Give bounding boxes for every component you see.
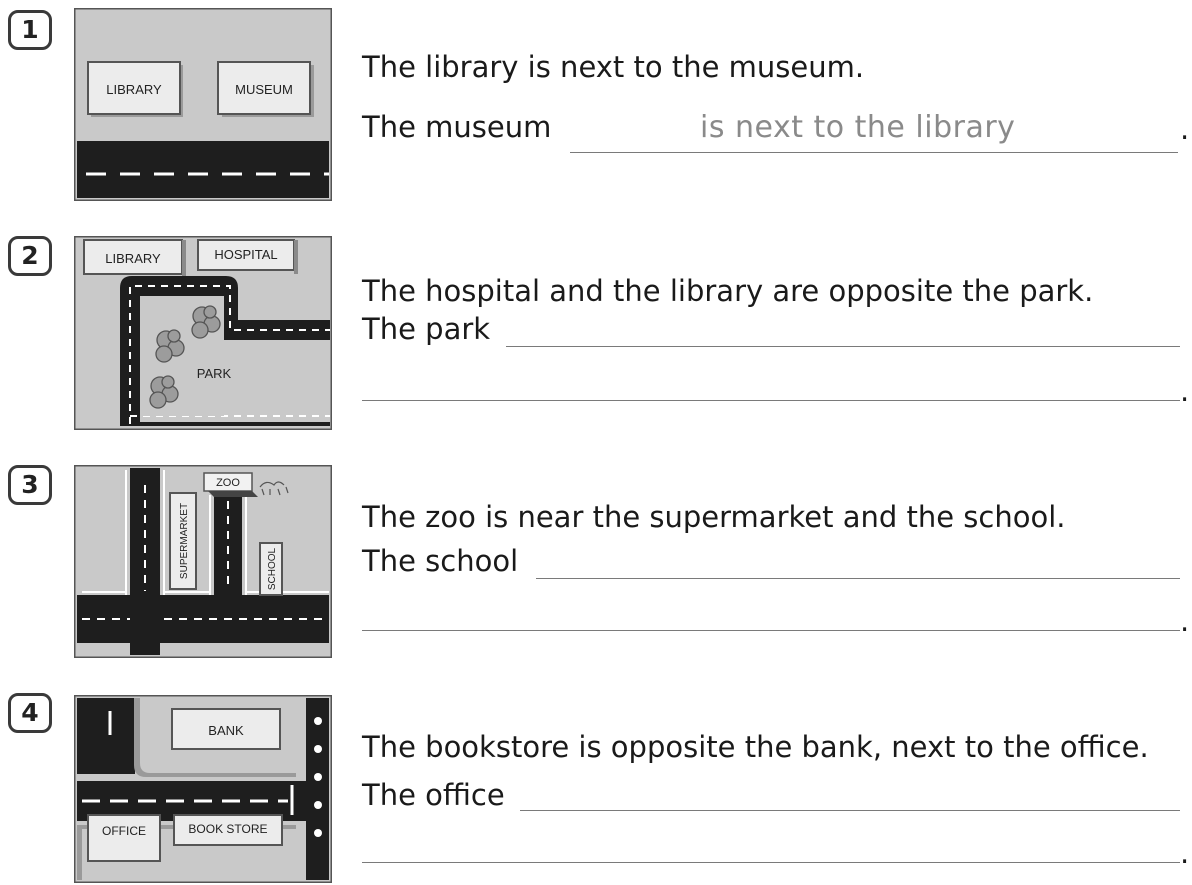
answer-line[interactable] [506, 346, 1180, 347]
map-label-office: OFFICE [102, 824, 146, 838]
map-label-library: LIBRARY [105, 251, 161, 266]
sample-answer: is next to the library [700, 110, 1016, 145]
map-label-school: SCHOOL [267, 547, 278, 590]
sentence-end: . [1180, 604, 1190, 638]
map-4-illustration: BANK OFFICE BOOK STORE [74, 695, 332, 883]
sentence-prompt: The office [362, 778, 505, 812]
answer-line-2[interactable] [362, 630, 1180, 631]
sentence-end: . [1180, 374, 1190, 408]
exercise-number: 2 [8, 236, 52, 276]
answer-line[interactable] [570, 152, 1178, 153]
answer-line[interactable] [520, 810, 1180, 811]
map-label-book-store: BOOK STORE [188, 822, 267, 836]
sentence-end: . [1180, 836, 1190, 870]
answer-line[interactable] [536, 578, 1180, 579]
map-label-park: PARK [197, 366, 232, 381]
map-label-library: LIBRARY [106, 82, 162, 97]
map-1-illustration: LIBRARY MUSEUM [74, 8, 332, 201]
map-label-supermarket: SUPERMARKET [179, 503, 190, 579]
sentence-prompt: The museum [362, 110, 552, 144]
map-label-hospital: HOSPITAL [214, 247, 277, 262]
map-zoo: ZOO SUPERMARKET SCHOOL [74, 465, 332, 658]
given-sentence: The library is next to the museum. [362, 50, 865, 84]
given-sentence: The hospital and the library are opposit… [362, 274, 1094, 308]
sentence-prompt: The school [362, 544, 519, 578]
exercise-number: 4 [8, 693, 52, 733]
exercise-number: 1 [8, 10, 52, 50]
answer-line-2[interactable] [362, 400, 1180, 401]
given-sentence: The bookstore is opposite the bank, next… [362, 730, 1149, 764]
map-label-bank: BANK [208, 723, 244, 738]
exercise-number: 3 [8, 465, 52, 505]
map-label-museum: MUSEUM [235, 82, 293, 97]
map-2-illustration: PARK LIBRARY HOSPITAL [74, 236, 332, 430]
map-label-zoo: ZOO [216, 477, 240, 489]
answer-line-2[interactable] [362, 862, 1180, 863]
map-library-museum: LIBRARY MUSEUM [74, 8, 332, 201]
given-sentence: The zoo is near the supermarket and the … [362, 500, 1066, 534]
map-3-illustration: ZOO SUPERMARKET SCHOOL [74, 465, 332, 658]
sentence-end: . [1180, 112, 1190, 146]
map-bank-office: BANK OFFICE BOOK STORE [74, 695, 332, 883]
map-park: PARK LIBRARY HOSPITAL [74, 236, 332, 430]
sentence-prompt: The park [362, 312, 491, 346]
